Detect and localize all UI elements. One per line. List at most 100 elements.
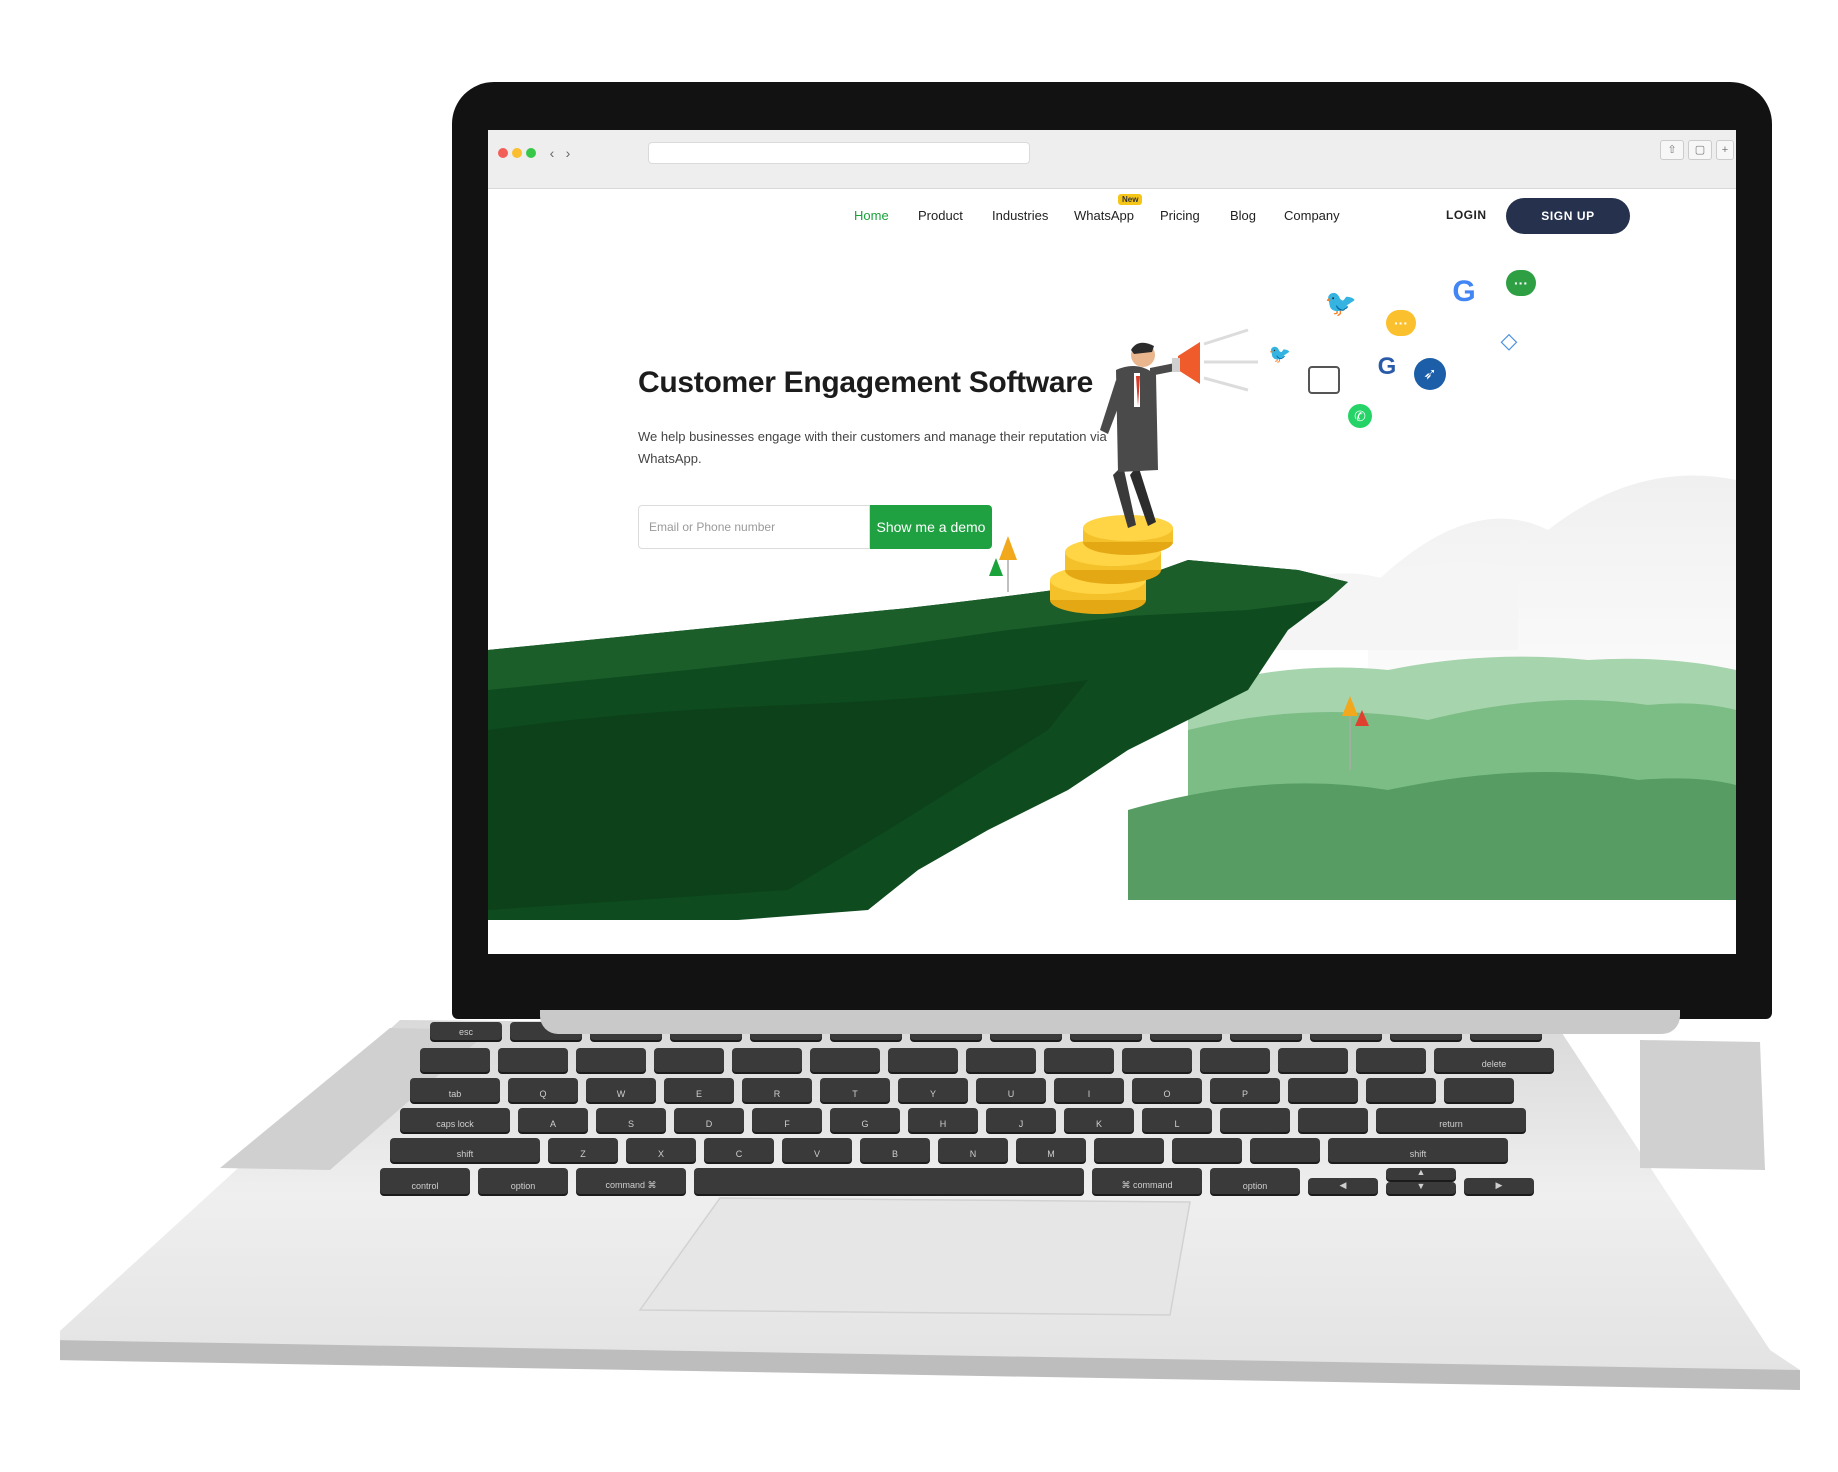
new-tab-icon[interactable]: + [1716, 140, 1734, 160]
punctuation-key [1298, 1108, 1368, 1132]
tabs-icon[interactable]: ▢ [1688, 140, 1712, 160]
number-key [966, 1048, 1036, 1072]
number-key [498, 1048, 568, 1072]
window-close-dot[interactable] [498, 148, 508, 158]
letter-key-i: I [1054, 1078, 1124, 1102]
window-minimize-dot[interactable] [512, 148, 522, 158]
window-maximize-dot[interactable] [526, 148, 536, 158]
letter-key-c: C [704, 1138, 774, 1162]
top-navigation: Home Product Industries WhatsApp New Pri… [488, 188, 1736, 248]
number-key [732, 1048, 802, 1072]
letter-key-y: Y [898, 1078, 968, 1102]
hero-title: Customer Engagement Software [638, 366, 1094, 399]
letter-key-z: Z [548, 1138, 618, 1162]
number-key [1278, 1048, 1348, 1072]
arrow-right-key: ▶ [1464, 1178, 1534, 1194]
show-demo-button[interactable]: Show me a demo [870, 505, 992, 549]
bracket-key [1366, 1078, 1436, 1102]
nav-industries[interactable]: Industries [992, 208, 1048, 223]
number-key [1200, 1048, 1270, 1072]
nav-company[interactable]: Company [1284, 208, 1340, 223]
chat-icon: ··· [1386, 310, 1416, 336]
arrow-down-key: ▼ [1386, 1181, 1456, 1194]
number-key [1356, 1048, 1426, 1072]
keyboard: esc delete tab Q W E R T Y U I O Pcaps lock A S D F G H J K L… [380, 1022, 1640, 1194]
letter-key-s: S [596, 1108, 666, 1132]
number-key [1122, 1048, 1192, 1072]
number-key [1044, 1048, 1114, 1072]
delete-key: delete [1434, 1048, 1554, 1072]
number-key [420, 1048, 490, 1072]
social-icons-cluster: 🐦 🐦 G ··· ··· G ➶ ✆ ◇ [1248, 270, 1728, 470]
punctuation-key [1250, 1138, 1320, 1162]
nav-pricing[interactable]: Pricing [1160, 208, 1200, 223]
number-key [888, 1048, 958, 1072]
letter-key-u: U [976, 1078, 1046, 1102]
hero-subtitle: We help businesses engage with their cus… [638, 429, 1107, 466]
reviews-icon: ➶ [1414, 358, 1446, 390]
twitter-icon: 🐦 [1268, 343, 1292, 364]
letter-key-o: O [1132, 1078, 1202, 1102]
browser-chrome: ‹ › ⇧ ▢ + [488, 130, 1736, 189]
letter-key-w: W [586, 1078, 656, 1102]
location-icon: ◇ [1500, 328, 1518, 353]
cliff-tree [989, 536, 1017, 592]
letter-key-e: E [664, 1078, 734, 1102]
letter-key-h: H [908, 1108, 978, 1132]
letter-key-g: G [830, 1108, 900, 1132]
new-badge: New [1118, 194, 1143, 205]
arrow-up-key: ▲ [1386, 1167, 1456, 1180]
number-key [576, 1048, 646, 1072]
number-key [654, 1048, 724, 1072]
bracket-key [1288, 1078, 1358, 1102]
whatsapp-icon: ✆ [1348, 404, 1372, 428]
message-icon [1308, 366, 1340, 394]
bracket-key [1444, 1078, 1514, 1102]
nav-product[interactable]: Product [918, 208, 963, 223]
twitter-icon: 🐦 [1324, 287, 1358, 318]
letter-key-x: X [626, 1138, 696, 1162]
number-key [810, 1048, 880, 1072]
letter-key-a: A [518, 1108, 588, 1132]
nav-whatsapp[interactable]: WhatsApp [1074, 208, 1134, 223]
nav-blog[interactable]: Blog [1230, 208, 1256, 223]
laptop-hinge [540, 1010, 1680, 1034]
letter-key-n: N [938, 1138, 1008, 1162]
arrow-left-key: ◀ [1308, 1178, 1378, 1194]
letter-key-p: P [1210, 1078, 1280, 1102]
command-right-key: ⌘ command [1092, 1168, 1202, 1194]
letter-key-m: M [1016, 1138, 1086, 1162]
letter-key-d: D [674, 1108, 744, 1132]
punctuation-key [1220, 1108, 1290, 1132]
letter-key-q: Q [508, 1078, 578, 1102]
shift-left-key: shift [390, 1138, 540, 1162]
option-right-key: option [1210, 1168, 1300, 1194]
letter-key-j: J [986, 1108, 1056, 1132]
login-link[interactable]: LOGIN [1446, 208, 1487, 222]
email-phone-field[interactable] [638, 505, 870, 549]
screen: ‹ › ⇧ ▢ + Home Product Industries WhatsA… [488, 130, 1736, 954]
letter-key-b: B [860, 1138, 930, 1162]
google-icon: G [1452, 275, 1476, 308]
signup-button[interactable]: SIGN UP [1506, 198, 1630, 234]
letter-key-f: F [752, 1108, 822, 1132]
letter-key-k: K [1064, 1108, 1134, 1132]
return-key: return [1376, 1108, 1526, 1132]
address-bar[interactable] [648, 142, 1030, 164]
punctuation-key [1172, 1138, 1242, 1162]
shift-right-key: shift [1328, 1138, 1508, 1162]
letter-key-v: V [782, 1138, 852, 1162]
letter-key-r: R [742, 1078, 812, 1102]
punctuation-key [1094, 1138, 1164, 1162]
nav-home[interactable]: Home [854, 208, 889, 223]
tab-key: tab [410, 1078, 500, 1102]
back-arrow-icon[interactable]: ‹ [544, 144, 560, 162]
email-phone-input[interactable] [639, 506, 869, 548]
letter-key-l: L [1142, 1108, 1212, 1132]
command-left-key: command ⌘ [576, 1168, 686, 1194]
chat-icon: ··· [1506, 270, 1536, 296]
forward-arrow-icon[interactable]: › [560, 144, 576, 162]
share-icon[interactable]: ⇧ [1660, 140, 1684, 160]
function-key: esc [430, 1022, 502, 1040]
businessman-figure [1100, 328, 1258, 528]
